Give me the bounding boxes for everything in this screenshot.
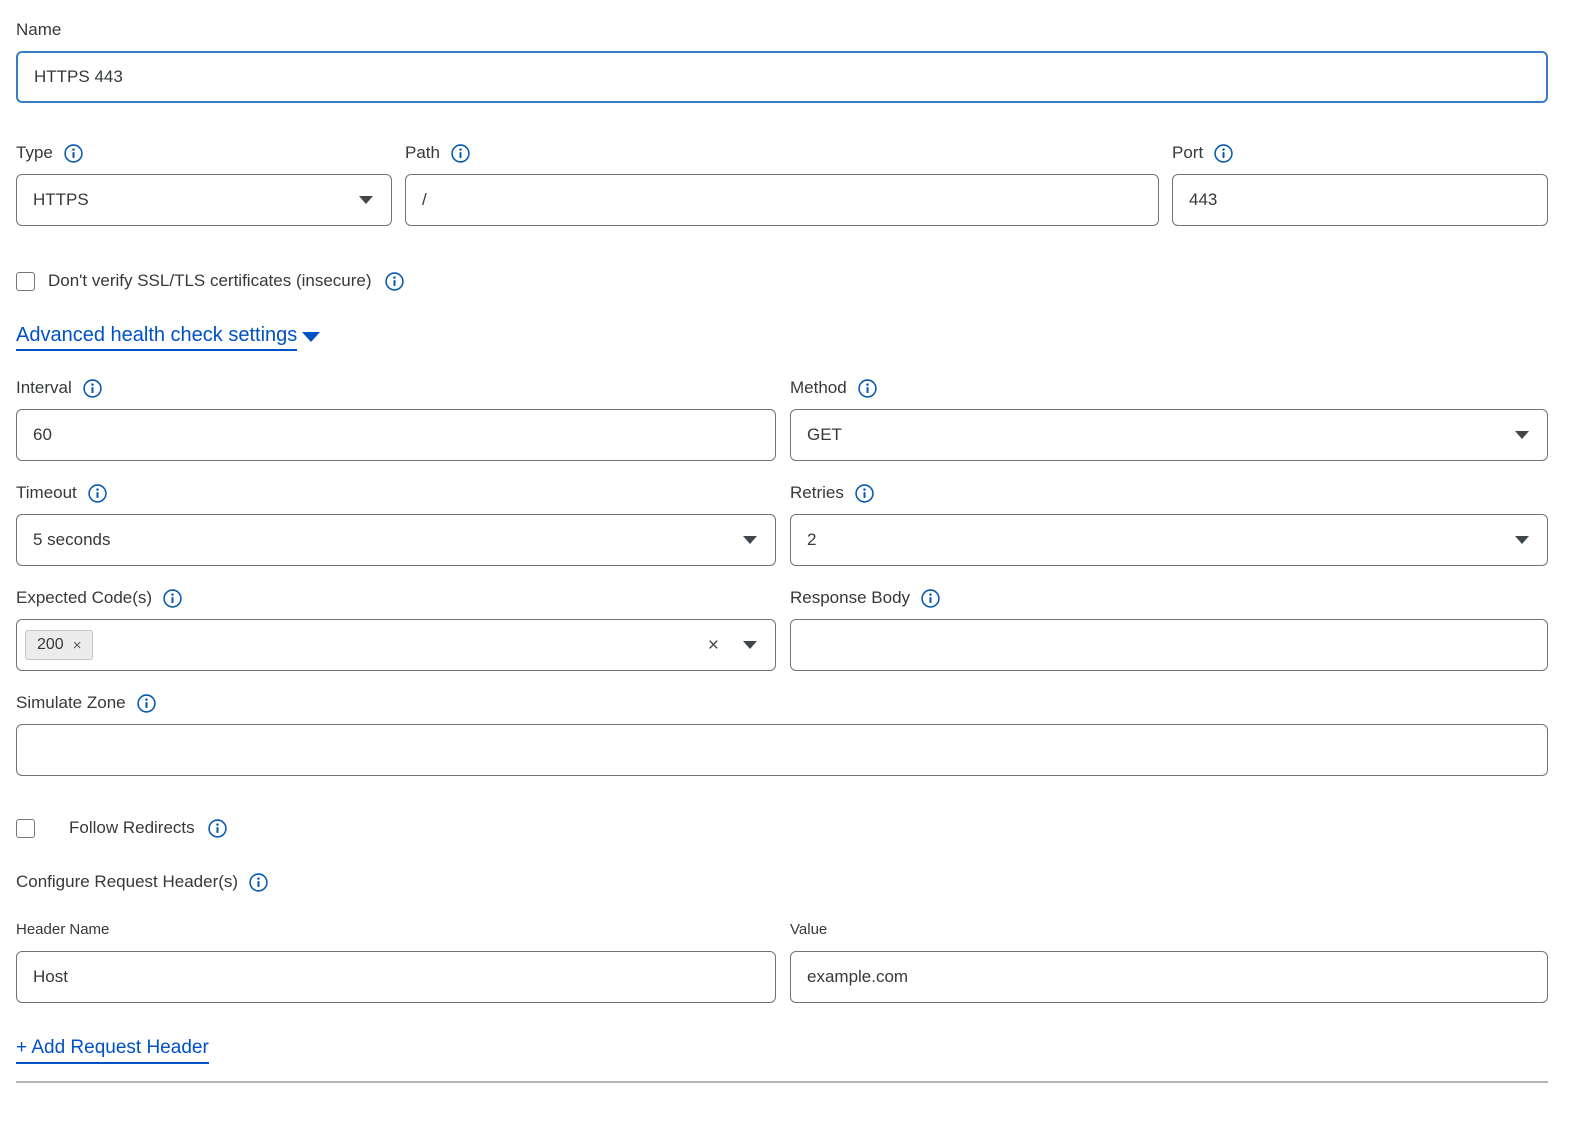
section-divider [16, 1081, 1548, 1083]
header-name-column-label: Header Name [16, 920, 776, 940]
retries-label-text: Retries [790, 481, 844, 505]
add-request-header-link[interactable]: + Add Request Header [16, 1037, 209, 1064]
response-body-label-text: Response Body [790, 586, 910, 610]
expected-code-tag: 200 × [25, 630, 93, 660]
response-body-input[interactable] [790, 619, 1548, 671]
follow-redirects-label: Follow Redirects [69, 818, 195, 838]
chevron-down-icon [1515, 536, 1529, 544]
request-headers-info-icon[interactable] [249, 873, 268, 892]
timeout-info-icon[interactable] [88, 484, 107, 503]
timeout-selected-value: 5 seconds [33, 530, 111, 550]
type-label-text: Type [16, 141, 53, 165]
advanced-settings-link[interactable]: Advanced health check settings [16, 324, 320, 347]
type-select[interactable]: HTTPS [16, 174, 392, 226]
interval-input[interactable] [16, 409, 776, 461]
simulate-zone-info-icon[interactable] [137, 694, 156, 713]
verify-ssl-info-icon[interactable] [385, 272, 404, 291]
type-label: Type [16, 141, 392, 165]
interval-label-text: Interval [16, 376, 72, 400]
chevron-down-icon [302, 332, 320, 342]
chevron-down-icon [359, 196, 373, 204]
interval-info-icon[interactable] [83, 379, 102, 398]
port-info-icon[interactable] [1214, 144, 1233, 163]
multiselect-controls: × [708, 636, 757, 655]
method-selected-value: GET [807, 425, 842, 445]
timeout-label-text: Timeout [16, 481, 77, 505]
health-check-form: Name Type HTTPS Path Port [16, 18, 1548, 1083]
name-label: Name [16, 18, 1548, 42]
remove-tag-icon[interactable]: × [73, 638, 82, 653]
retries-info-icon[interactable] [855, 484, 874, 503]
type-path-port-row: Type HTTPS Path Port [16, 141, 1548, 226]
port-label: Port [1172, 141, 1548, 165]
port-label-text: Port [1172, 141, 1203, 165]
verify-ssl-checkbox[interactable] [16, 272, 35, 291]
header-name-input[interactable] [16, 951, 776, 1003]
name-label-text: Name [16, 18, 61, 42]
response-body-label: Response Body [790, 586, 1548, 610]
expected-code-tag-value: 200 [37, 636, 64, 654]
type-selected-value: HTTPS [33, 190, 89, 210]
request-headers-section-label-text: Configure Request Header(s) [16, 870, 238, 894]
method-label-text: Method [790, 376, 847, 400]
expected-codes-label-text: Expected Code(s) [16, 586, 152, 610]
verify-ssl-row: Don't verify SSL/TLS certificates (insec… [16, 271, 1548, 291]
method-info-icon[interactable] [858, 379, 877, 398]
header-value-input[interactable] [790, 951, 1548, 1003]
path-label-text: Path [405, 141, 440, 165]
type-info-icon[interactable] [64, 144, 83, 163]
response-body-info-icon[interactable] [921, 589, 940, 608]
method-label: Method [790, 376, 1548, 400]
simulate-zone-row: Simulate Zone [16, 691, 1548, 776]
port-input[interactable] [1172, 174, 1548, 226]
chevron-down-icon [743, 536, 757, 544]
verify-ssl-label: Don't verify SSL/TLS certificates (insec… [48, 271, 372, 291]
follow-redirects-row: Follow Redirects [16, 818, 1548, 838]
retries-label: Retries [790, 481, 1548, 505]
follow-redirects-checkbox[interactable] [16, 819, 35, 838]
interval-label: Interval [16, 376, 776, 400]
timeout-select[interactable]: 5 seconds [16, 514, 776, 566]
request-headers-section-label: Configure Request Header(s) [16, 870, 1548, 894]
expected-codes-multiselect[interactable]: 200 × × [16, 619, 776, 671]
expected-codes-info-icon[interactable] [163, 589, 182, 608]
request-header-row: Header Name Value [16, 920, 1548, 1003]
method-select[interactable]: GET [790, 409, 1548, 461]
path-info-icon[interactable] [451, 144, 470, 163]
simulate-zone-label-text: Simulate Zone [16, 691, 126, 715]
clear-all-icon[interactable]: × [708, 636, 719, 655]
codes-body-row: Expected Code(s) 200 × × Response Body [16, 586, 1548, 671]
path-label: Path [405, 141, 1159, 165]
timeout-label: Timeout [16, 481, 776, 505]
name-input[interactable] [16, 51, 1548, 103]
chevron-down-icon [743, 641, 757, 649]
retries-select[interactable]: 2 [790, 514, 1548, 566]
simulate-zone-label: Simulate Zone [16, 691, 1548, 715]
advanced-settings-link-text: Advanced health check settings [16, 324, 297, 351]
chevron-down-icon [1515, 431, 1529, 439]
follow-redirects-info-icon[interactable] [208, 819, 227, 838]
header-value-column-label: Value [790, 920, 1548, 940]
simulate-zone-input[interactable] [16, 724, 1548, 776]
timeout-retries-row: Timeout 5 seconds Retries 2 [16, 481, 1548, 566]
retries-selected-value: 2 [807, 530, 816, 550]
expected-codes-label: Expected Code(s) [16, 586, 776, 610]
path-input[interactable] [405, 174, 1159, 226]
interval-method-row: Interval Method GET [16, 376, 1548, 461]
